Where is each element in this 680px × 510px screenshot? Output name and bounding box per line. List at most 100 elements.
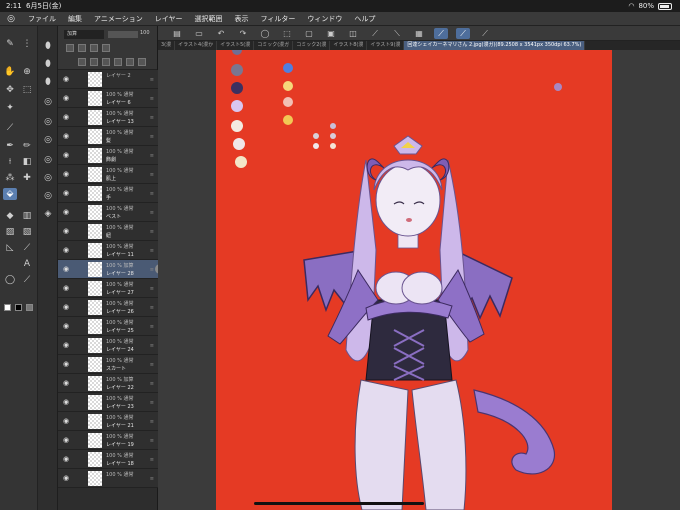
menu-filter[interactable]: フィルター	[255, 14, 302, 24]
drag-handle-icon[interactable]: ≡	[150, 476, 154, 482]
drawing-canvas[interactable]	[216, 50, 612, 510]
layer-row[interactable]: ◉ 100 % 通常 レイヤー 21 ≡	[58, 412, 158, 431]
visibility-eye-icon[interactable]: ◉	[62, 341, 70, 349]
drag-handle-icon[interactable]: ≡	[150, 191, 154, 197]
visibility-eye-icon[interactable]: ◉	[62, 474, 70, 482]
ruler-snap-icon[interactable]: ⟋	[368, 28, 382, 39]
drag-handle-icon[interactable]: ≡	[150, 153, 154, 159]
reference-icon[interactable]	[90, 44, 98, 52]
document-tab[interactable]: イラスト5(漫	[217, 41, 255, 50]
pen-tool-icon[interactable]: ✒	[3, 140, 17, 152]
figure-icon[interactable]: ▨	[3, 226, 17, 238]
select-all-icon[interactable]: ⬚	[280, 28, 294, 39]
opacity-slider[interactable]	[108, 31, 138, 38]
drag-handle-icon[interactable]: ≡	[150, 381, 154, 387]
new-raster-layer-icon[interactable]	[78, 58, 86, 66]
fill-icon[interactable]: ◆	[3, 210, 17, 222]
drag-handle-icon[interactable]: ≡	[150, 343, 154, 349]
subtool-paint-icon[interactable]: ⬮	[41, 40, 55, 52]
drag-handle-icon[interactable]: ≡	[150, 419, 154, 425]
drag-handle-icon[interactable]: ≡	[150, 210, 154, 216]
drag-handle-icon[interactable]: ≡	[150, 229, 154, 235]
drag-handle-icon[interactable]: ≡	[150, 400, 154, 406]
drag-handle-icon[interactable]: ≡	[150, 267, 154, 273]
layer-row[interactable]: ◉ レイヤー 2 ≡	[58, 70, 158, 89]
layer-row[interactable]: ◉ 100 % 通常 ≡	[58, 469, 158, 488]
new-folder-icon[interactable]	[102, 58, 110, 66]
layer-row[interactable]: ◉ 100 % 通常髪 ≡	[58, 127, 158, 146]
visibility-eye-icon[interactable]: ◉	[62, 303, 70, 311]
eraser-icon[interactable]: ◧	[20, 156, 34, 168]
layer-row[interactable]: ◉ 100 % 通常紐 ≡	[58, 222, 158, 241]
zoom-icon[interactable]: ⊕	[20, 66, 34, 78]
visibility-eye-icon[interactable]: ◉	[62, 113, 70, 121]
gradient-icon[interactable]: ▥	[20, 210, 34, 222]
document-tab[interactable]: 3(漫	[158, 41, 176, 50]
subtool-layers-icon[interactable]: ◈	[41, 208, 55, 220]
layer-row[interactable]: ◉ 100 % 通常 飾劇 ≡	[58, 146, 158, 165]
line-icon[interactable]: ⟋	[20, 242, 34, 254]
drag-handle-icon[interactable]: ≡	[150, 115, 154, 121]
redo-icon[interactable]: ↷	[236, 28, 250, 39]
move-icon[interactable]: ✥	[3, 84, 17, 96]
layer-row[interactable]: ◉ 100 % 通常 レイヤー 6 ≡	[58, 89, 158, 108]
visibility-eye-icon[interactable]: ◉	[62, 75, 70, 83]
brush-icon[interactable]: ⟊	[3, 156, 17, 168]
undo-icon[interactable]: ↶	[214, 28, 228, 39]
menu-selection[interactable]: 選択範囲	[189, 14, 229, 24]
document-tab[interactable]: イラスト9(漫	[367, 41, 405, 50]
invert-selection-icon[interactable]: ▢	[302, 28, 316, 39]
mask-icon[interactable]	[126, 58, 134, 66]
snap-ruler-icon[interactable]: ⟋	[434, 27, 448, 39]
balloon-icon[interactable]: ◯	[3, 274, 17, 286]
document-tab[interactable]: 回達シェイカーネマリさん 2.jpg(漫ガ)(89.2508 x 3541px …	[404, 41, 586, 50]
layer-row[interactable]: ◉ 100 % 通常 レイヤー 25 ≡	[58, 317, 158, 336]
menu-layer[interactable]: レイヤー	[149, 14, 189, 24]
layer-row[interactable]: ◉ 100 % 通常 レイヤー 26 ≡	[58, 298, 158, 317]
drag-handle-icon[interactable]: ≡	[150, 248, 154, 254]
grid-icon[interactable]: ▦	[412, 28, 426, 39]
layer-row[interactable]: ◉ 100 % 加算 レイヤー 28 ≡	[58, 260, 158, 279]
blend-tool-icon[interactable]: ⬙	[3, 188, 17, 200]
layer-row[interactable]: ◉ 100 % 通常 スカート ≡	[58, 355, 158, 374]
tool-menu-icon[interactable]: ⋮	[20, 38, 34, 50]
subtool-circle3-icon[interactable]: ◎	[41, 134, 55, 146]
new-canvas-icon[interactable]: ▤	[170, 28, 184, 39]
decoration-icon[interactable]: ✚	[20, 172, 34, 184]
document-tab[interactable]: イラスト4(漫か	[175, 41, 218, 50]
subtool-circle2-icon[interactable]: ◎	[41, 116, 55, 128]
drag-handle-icon[interactable]: ≡	[150, 457, 154, 463]
visibility-eye-icon[interactable]: ◉	[62, 379, 70, 387]
subtool-circle-icon[interactable]: ◎	[41, 96, 55, 108]
eyedropper-icon[interactable]: ⟋	[3, 122, 17, 134]
delete-layer-icon[interactable]	[138, 58, 146, 66]
document-tab[interactable]: コミック(漫ガ	[254, 41, 294, 50]
visibility-eye-icon[interactable]: ◉	[62, 227, 70, 235]
menu-help[interactable]: ヘルプ	[348, 14, 381, 24]
save-icon[interactable]: ▭	[192, 28, 206, 39]
visibility-eye-icon[interactable]: ◉	[62, 208, 70, 216]
airbrush-icon[interactable]: ⁂	[3, 172, 17, 184]
snap-grid-icon[interactable]: ⟋	[478, 28, 492, 39]
visibility-eye-icon[interactable]: ◉	[62, 170, 70, 178]
layer-row[interactable]: ◉ 100 % 通常 レイヤー 13 ≡	[58, 108, 158, 127]
layer-row[interactable]: ◉ 100 % 通常 レイヤー 18 ≡	[58, 450, 158, 469]
layer-row[interactable]: ◉ 100 % 通常 肌上 ≡	[58, 165, 158, 184]
visibility-eye-icon[interactable]: ◉	[62, 417, 70, 425]
drag-handle-icon[interactable]: ≡	[150, 96, 154, 102]
selection-icon[interactable]: ⬚	[20, 84, 34, 96]
pencil-icon[interactable]: ✏	[20, 140, 34, 152]
new-vector-layer-icon[interactable]	[90, 58, 98, 66]
menu-edit[interactable]: 編集	[62, 14, 88, 24]
subtool-circle6-icon[interactable]: ◎	[41, 190, 55, 202]
visibility-eye-icon[interactable]: ◉	[62, 284, 70, 292]
drag-handle-icon[interactable]: ≡	[150, 134, 154, 140]
app-logo-icon[interactable]: ◎	[0, 14, 22, 24]
layer-row[interactable]: ◉ 100 % 通常 レイヤー 19 ≡	[58, 431, 158, 450]
visibility-eye-icon[interactable]: ◉	[62, 398, 70, 406]
hand-icon[interactable]: ✋	[3, 66, 17, 78]
clip-icon[interactable]	[78, 44, 86, 52]
clear-icon[interactable]: ▣	[324, 28, 338, 39]
visibility-eye-icon[interactable]: ◉	[62, 436, 70, 444]
drag-handle-icon[interactable]: ≡	[150, 172, 154, 178]
